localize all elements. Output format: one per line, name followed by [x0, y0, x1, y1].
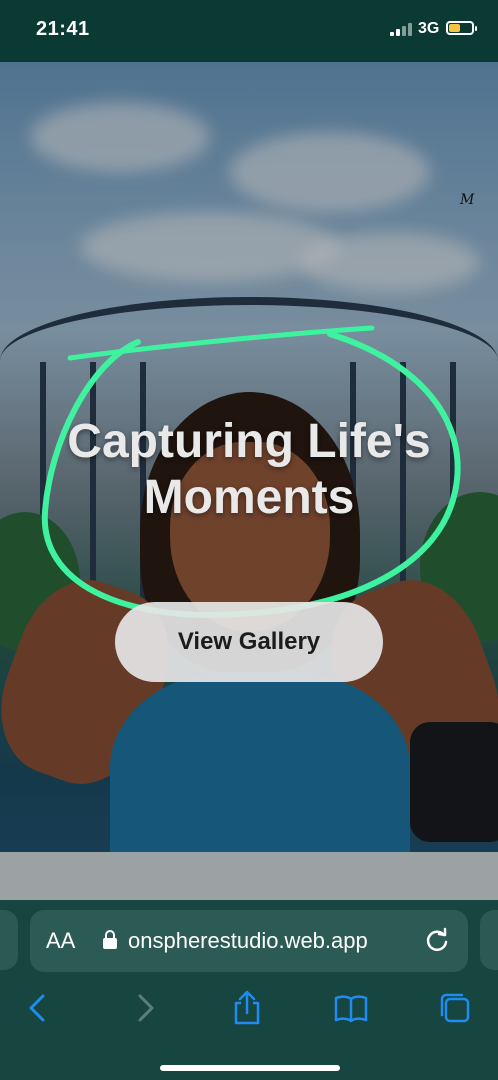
previous-tab-preview[interactable] [0, 910, 18, 970]
screen: 21:41 3G M Capturing Life's Moments View… [0, 0, 498, 1080]
tabs-icon[interactable] [437, 990, 473, 1026]
status-bar: 21:41 3G [0, 0, 498, 62]
text-size-button[interactable]: AA [46, 928, 75, 954]
network-label: 3G [418, 20, 440, 37]
reload-icon[interactable] [424, 927, 450, 953]
back-icon[interactable] [20, 990, 56, 1026]
browser-chrome: AA onspherestudio.web.app [0, 900, 498, 1080]
watermark-logo: M [460, 192, 475, 208]
signal-icon [390, 22, 412, 36]
share-icon[interactable] [229, 990, 265, 1026]
status-time: 21:41 [36, 18, 90, 40]
home-indicator[interactable] [160, 1065, 340, 1071]
battery-level [449, 24, 460, 32]
next-tab-preview[interactable] [480, 910, 498, 970]
hero-title: Capturing Life's Moments [0, 414, 498, 526]
hero-section: M Capturing Life's Moments View Gallery [0, 62, 498, 900]
address-bar[interactable]: AA onspherestudio.web.app [30, 910, 468, 972]
forward-icon[interactable] [127, 990, 163, 1026]
view-gallery-button[interactable]: View Gallery [115, 602, 383, 682]
lock-icon [103, 930, 117, 949]
browser-toolbar [0, 982, 498, 1032]
bookmarks-icon[interactable] [333, 990, 369, 1026]
battery-icon [446, 21, 477, 35]
hero-title-line2: Moments [143, 471, 355, 524]
hero-title-line1: Capturing Life's [67, 415, 431, 468]
url-text[interactable]: onspherestudio.web.app [128, 928, 428, 954]
